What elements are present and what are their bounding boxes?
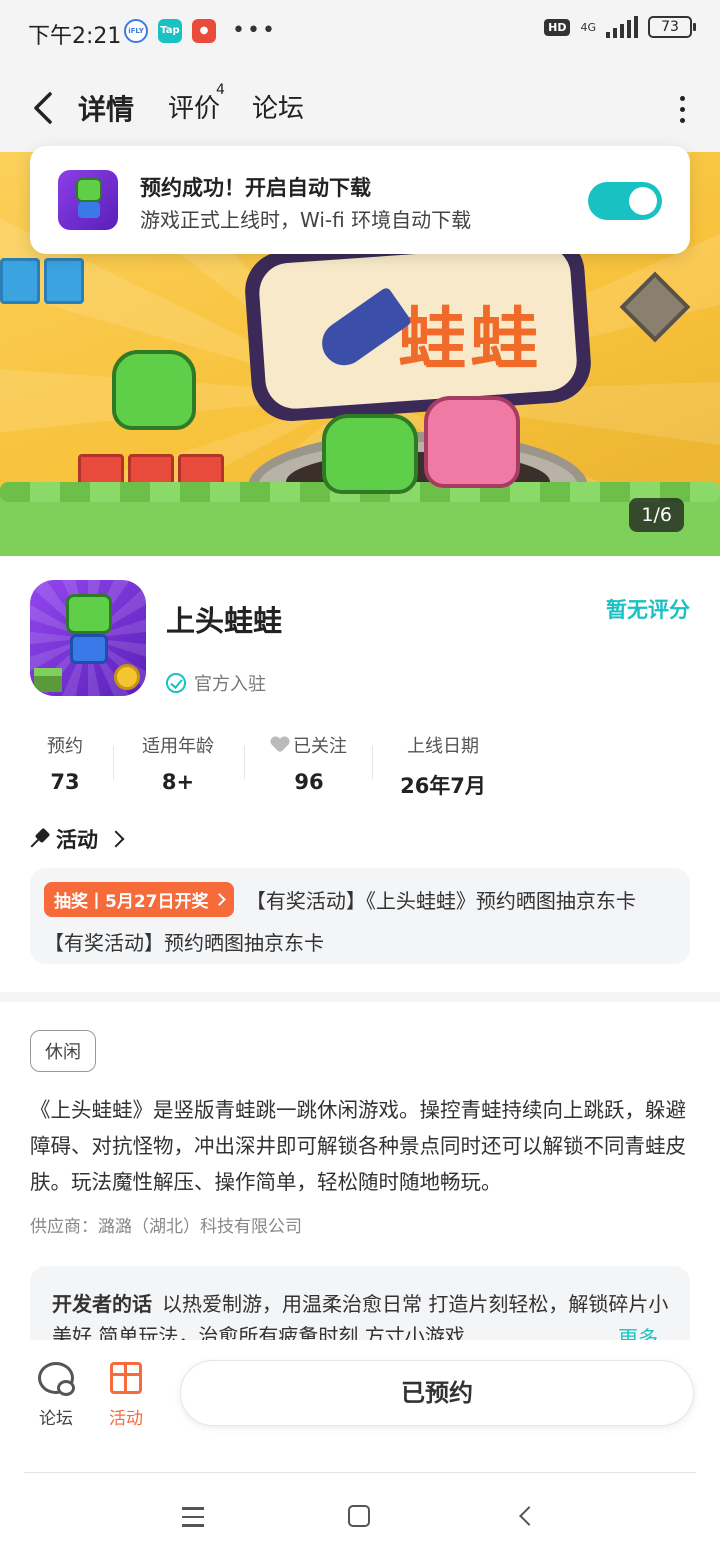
- ifly-icon: iFLY: [124, 18, 148, 43]
- activity-heading: 活动: [56, 828, 98, 852]
- stat-age-rating: 适用年龄 8+: [142, 736, 214, 794]
- recent-apps-icon[interactable]: [182, 1507, 204, 1533]
- status-time: 下午2:21: [28, 24, 122, 49]
- official-label: 官方入驻: [194, 674, 266, 695]
- section-divider: [0, 992, 720, 1002]
- more-link[interactable]: 更多: [608, 1322, 658, 1340]
- forum-button[interactable]: 论坛: [26, 1362, 86, 1429]
- grass-art: [0, 482, 720, 556]
- reserved-button[interactable]: 已预约: [180, 1360, 694, 1426]
- green-frog-art: [112, 350, 196, 430]
- game-app-icon: ●: [192, 18, 216, 43]
- stat-reservations: 预约 73: [47, 736, 83, 794]
- pin-icon: [25, 825, 53, 853]
- more-options-icon[interactable]: [678, 96, 686, 124]
- chevron-right-icon: [107, 830, 125, 848]
- stat-followers[interactable]: 已关注 96: [258, 732, 360, 794]
- game-icon-small: [58, 170, 118, 230]
- status-bar: 下午2:21 iFLY Tap ● ••• HD 4G 73: [0, 0, 720, 66]
- home-icon[interactable]: [348, 1505, 370, 1527]
- status-indicators: HD 4G 73: [544, 16, 696, 38]
- game-description: 《上头蛙蛙》是竖版青蛙跳一跳休闲游戏。操控青蛙持续向上跳跃，躲避障碍、对抗怪物，…: [30, 1098, 686, 1194]
- auto-download-toggle[interactable]: [588, 182, 662, 220]
- stats-row: 预约 73 适用年龄 8+ 已关注 96 上线日期 26年7月: [0, 732, 720, 798]
- verified-check-icon: [166, 673, 186, 693]
- back-arrow-icon[interactable]: [30, 90, 58, 126]
- tab-reviews[interactable]: 评价: [168, 88, 220, 125]
- official-badge: 官方入驻: [166, 670, 266, 696]
- developer-note-card[interactable]: 开发者的话 以热爱制游，用温柔治愈日常 打造片刻轻松，解锁碎片小美好 简单玩法，治…: [30, 1266, 690, 1340]
- activity-title: 【有奖活动】《上头蛙蛙》预约晒图抽京东卡: [245, 889, 636, 913]
- genre-tag[interactable]: 休闲: [30, 1030, 96, 1072]
- reservation-success-toast: 预约成功！开启自动下载 游戏正式上线时，Wi-fi 环境自动下载: [30, 146, 690, 254]
- tab-forum[interactable]: 论坛: [252, 88, 304, 125]
- lottery-tag: 抽奖丨5月27日开奖: [44, 882, 234, 917]
- app-icon: [30, 580, 146, 696]
- rating-status[interactable]: 暂无评分: [606, 594, 690, 624]
- tab-details[interactable]: 详情: [78, 88, 134, 128]
- hd-icon: HD: [544, 18, 571, 36]
- green-frog-in-well-art: [322, 414, 418, 494]
- network-type: 4G: [580, 20, 596, 34]
- battery-level: 73: [661, 19, 679, 35]
- gift-icon: [110, 1362, 142, 1394]
- supplier-info: 供应商：潞潞（湖北）科技有限公司: [30, 1217, 302, 1237]
- activity-subtitle: 【有奖活动】预约晒图抽京东卡: [44, 931, 324, 955]
- stat-release-date: 上线日期 26年7月: [400, 736, 486, 798]
- activity-button[interactable]: 活动: [96, 1362, 156, 1429]
- banner-page-indicator: 1/6: [629, 498, 684, 532]
- top-nav: 详情 评价 4 论坛: [0, 66, 720, 152]
- activity-card[interactable]: 抽奖丨5月27日开奖 【有奖活动】《上头蛙蛙》预约晒图抽京东卡 【有奖活动】预约…: [30, 868, 690, 964]
- bottom-action-bar: 论坛 活动 已预约: [0, 1340, 720, 1472]
- more-notifications-icon: •••: [232, 18, 277, 43]
- reviews-count-badge: 4: [216, 82, 225, 98]
- banner-title-art: 蛙蛙: [398, 301, 543, 380]
- system-nav-bar: [0, 1473, 720, 1560]
- notification-icons: iFLY Tap ● •••: [124, 18, 277, 43]
- blue-blocks: [0, 258, 84, 304]
- toast-subtitle: 游戏正式上线时，Wi-fi 环境自动下载: [140, 208, 472, 232]
- chevron-right-icon: [212, 893, 226, 906]
- battery-icon: 73: [648, 16, 696, 38]
- chat-bubble-icon: [38, 1362, 75, 1396]
- heart-icon: [271, 737, 289, 753]
- pink-frog-art: [424, 396, 520, 488]
- activity-section-link[interactable]: 活动: [30, 824, 125, 854]
- taptap-icon: Tap: [158, 18, 182, 43]
- app-name: 上头蛙蛙: [166, 604, 283, 638]
- developer-note-label: 开发者的话: [52, 1292, 152, 1316]
- toast-title: 预约成功！开启自动下载: [140, 176, 371, 200]
- signal-icon: [606, 16, 638, 38]
- system-back-icon[interactable]: [519, 1506, 539, 1526]
